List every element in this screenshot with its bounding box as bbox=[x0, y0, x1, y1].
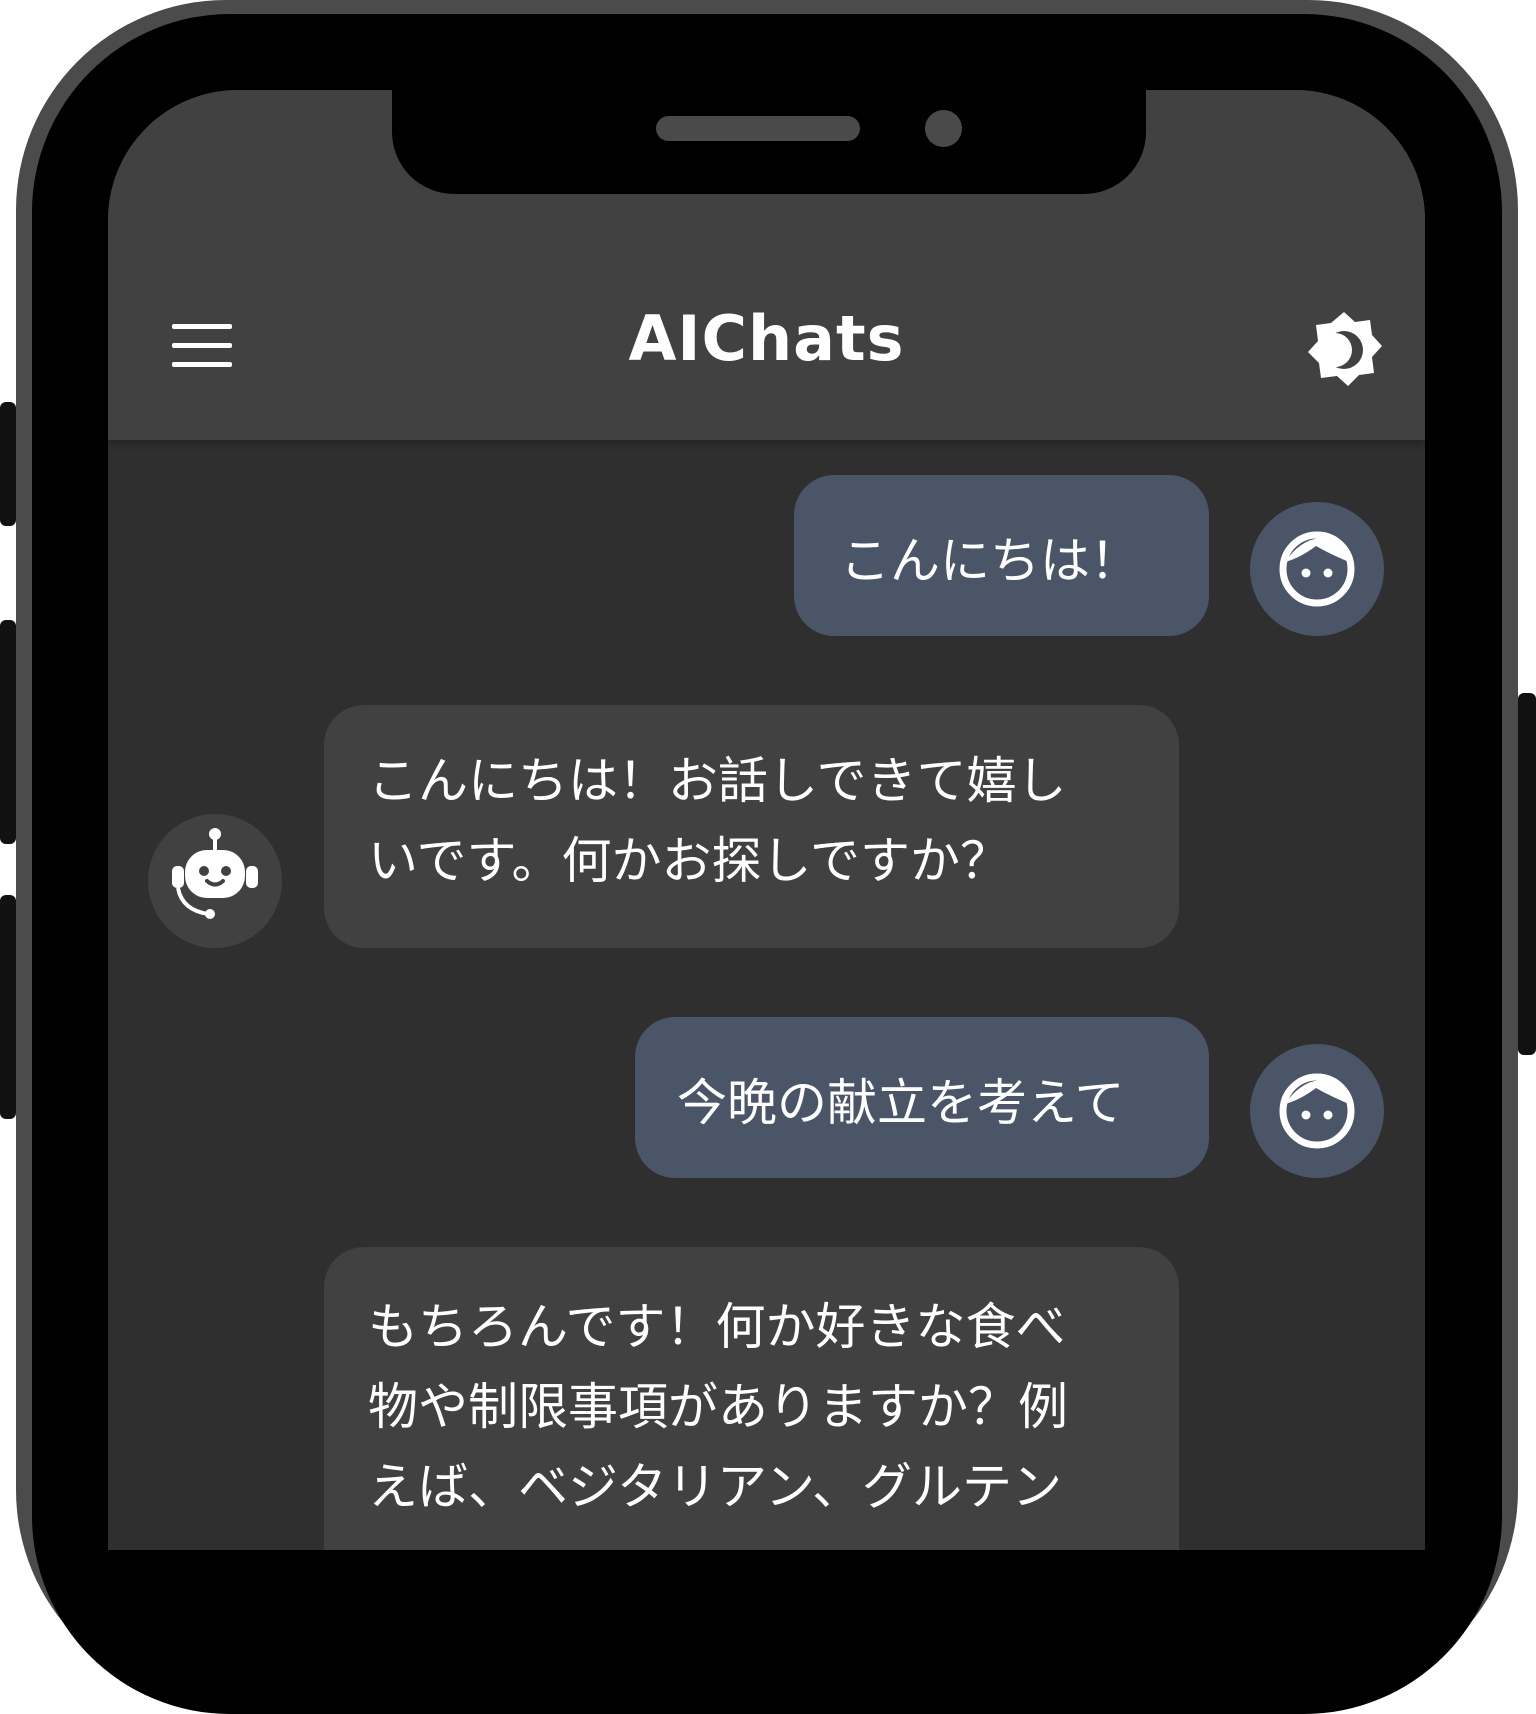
brightness-toggle-icon[interactable] bbox=[1304, 310, 1384, 390]
side-button-volume-up bbox=[0, 620, 16, 844]
app-screen: AIChats こんにちは！ こんにちは！お話しできて嬉し いです。何かお探しで… bbox=[108, 90, 1425, 1550]
phone-notch bbox=[392, 88, 1146, 194]
front-camera bbox=[925, 110, 962, 147]
app-title: AIChats bbox=[628, 302, 905, 375]
user-face-icon bbox=[1279, 531, 1355, 607]
bot-message-bubble: もちろんです！何か好きな食べ 物や制限事項がありますか？例 えば、ベジタリアン、… bbox=[324, 1247, 1179, 1550]
bot-avatar bbox=[148, 814, 282, 948]
message-line: いです。何かお探しですか？ bbox=[368, 832, 1010, 890]
message-line: えば、ベジタリアン、グルテン bbox=[368, 1458, 1062, 1516]
side-button-mute bbox=[0, 402, 16, 526]
message-line: こんにちは！お話しできて嬉し bbox=[368, 752, 1067, 810]
side-button-power bbox=[1518, 693, 1536, 1055]
robot-assistant-icon bbox=[172, 828, 258, 919]
user-face-icon bbox=[1279, 1073, 1355, 1149]
user-message-bubble: こんにちは！ bbox=[794, 475, 1209, 636]
message-text: こんにちは！ bbox=[840, 532, 1140, 590]
speaker-grille bbox=[656, 116, 860, 141]
message-text: 今晩の献立を考えて bbox=[677, 1074, 1125, 1132]
user-message-bubble: 今晩の献立を考えて bbox=[635, 1017, 1209, 1178]
side-button-volume-down bbox=[0, 895, 16, 1119]
user-avatar bbox=[1250, 502, 1384, 636]
message-line: もちろんです！何か好きな食べ bbox=[368, 1298, 1066, 1356]
message-line: 物や制限事項がありますか？例 bbox=[368, 1378, 1068, 1436]
bot-message-bubble: こんにちは！お話しできて嬉し いです。何かお探しですか？ bbox=[324, 705, 1179, 948]
user-avatar bbox=[1250, 1044, 1384, 1178]
